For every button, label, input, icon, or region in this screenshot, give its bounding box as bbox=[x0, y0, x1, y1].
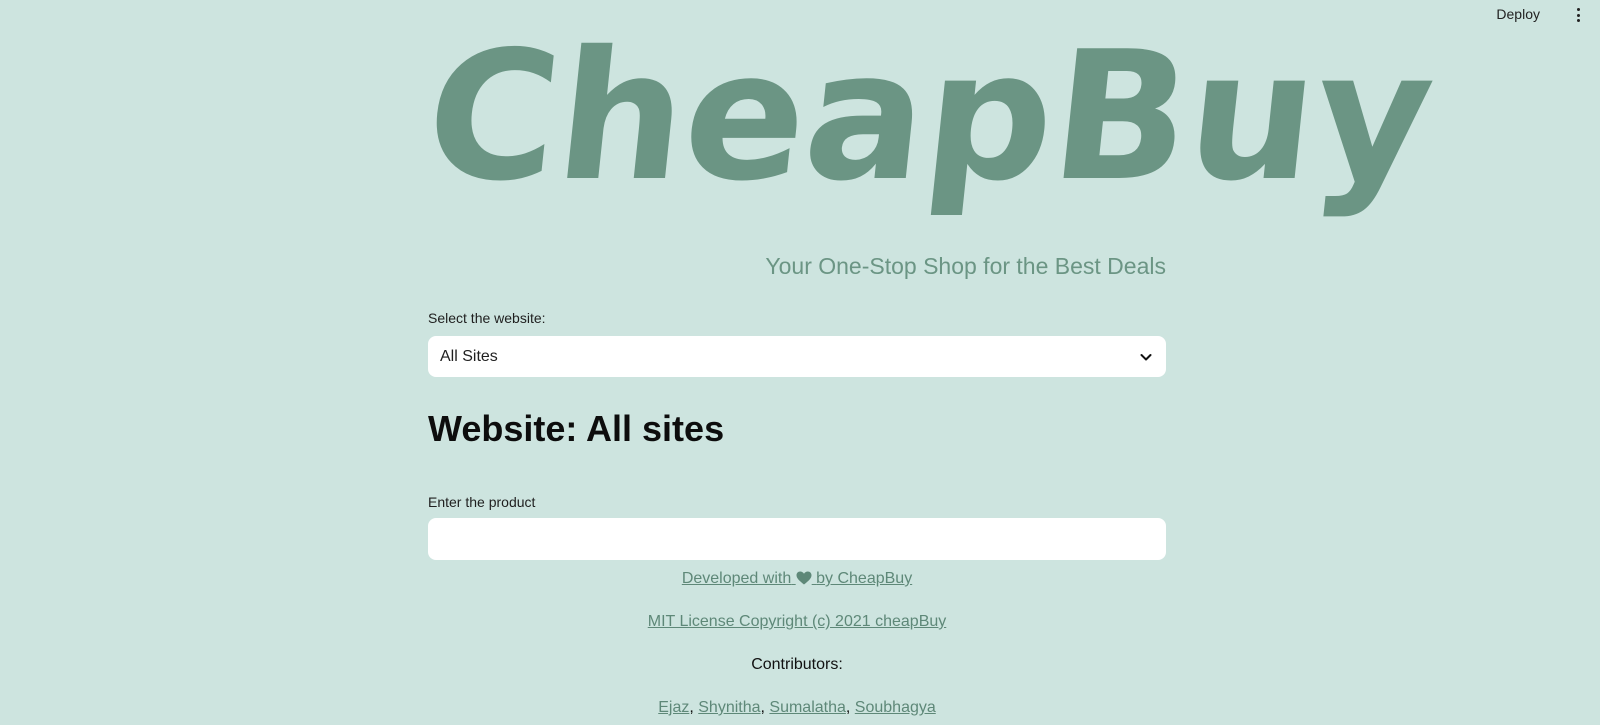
developed-prefix: Developed with bbox=[681, 570, 792, 587]
contributor-link-soubhagya[interactable]: Soubhagya bbox=[855, 699, 936, 716]
developed-with-line: Developed with by CheapBuy bbox=[428, 570, 1166, 588]
contributors-label: Contributors: bbox=[751, 656, 843, 673]
menu-dot bbox=[1576, 8, 1580, 11]
chevron-down-icon bbox=[1140, 353, 1152, 360]
heart-icon bbox=[796, 571, 812, 585]
tagline: Your One-Stop Shop for the Best Deals bbox=[765, 253, 1166, 279]
website-select-label: Select the website: bbox=[428, 310, 546, 326]
contributor-link-shynitha[interactable]: Shynitha bbox=[698, 699, 760, 716]
page-heading: Website: All sites bbox=[428, 408, 725, 449]
developed-with-link[interactable]: Developed with by CheapBuy bbox=[682, 570, 912, 587]
separator: , bbox=[845, 699, 855, 716]
kebab-menu-icon[interactable] bbox=[1572, 6, 1584, 24]
contributor-link-ejaz[interactable]: Ejaz bbox=[658, 699, 689, 716]
developed-suffix: by CheapBuy bbox=[816, 570, 913, 587]
product-input-label: Enter the product bbox=[428, 494, 536, 510]
contributors-heading: Contributors: bbox=[428, 656, 1166, 674]
menu-dot bbox=[1576, 13, 1580, 17]
deploy-button[interactable]: Deploy bbox=[1496, 6, 1540, 22]
separator: , bbox=[689, 699, 699, 716]
product-search-input[interactable] bbox=[428, 518, 1166, 560]
contributor-link-sumalatha[interactable]: Sumalatha bbox=[769, 699, 846, 716]
cheapbuy-logo: CheapBuy bbox=[417, 13, 1443, 220]
website-select[interactable]: All Sites bbox=[428, 336, 1166, 377]
contributors-list: Ejaz, Shynitha, Sumalatha, Soubhagya bbox=[428, 699, 1166, 717]
menu-dot bbox=[1576, 19, 1580, 22]
license-line: MIT License Copyright (c) 2021 cheapBuy bbox=[428, 613, 1166, 631]
website-select-value: All Sites bbox=[440, 347, 498, 365]
license-link[interactable]: MIT License Copyright (c) 2021 cheapBuy bbox=[648, 613, 947, 630]
